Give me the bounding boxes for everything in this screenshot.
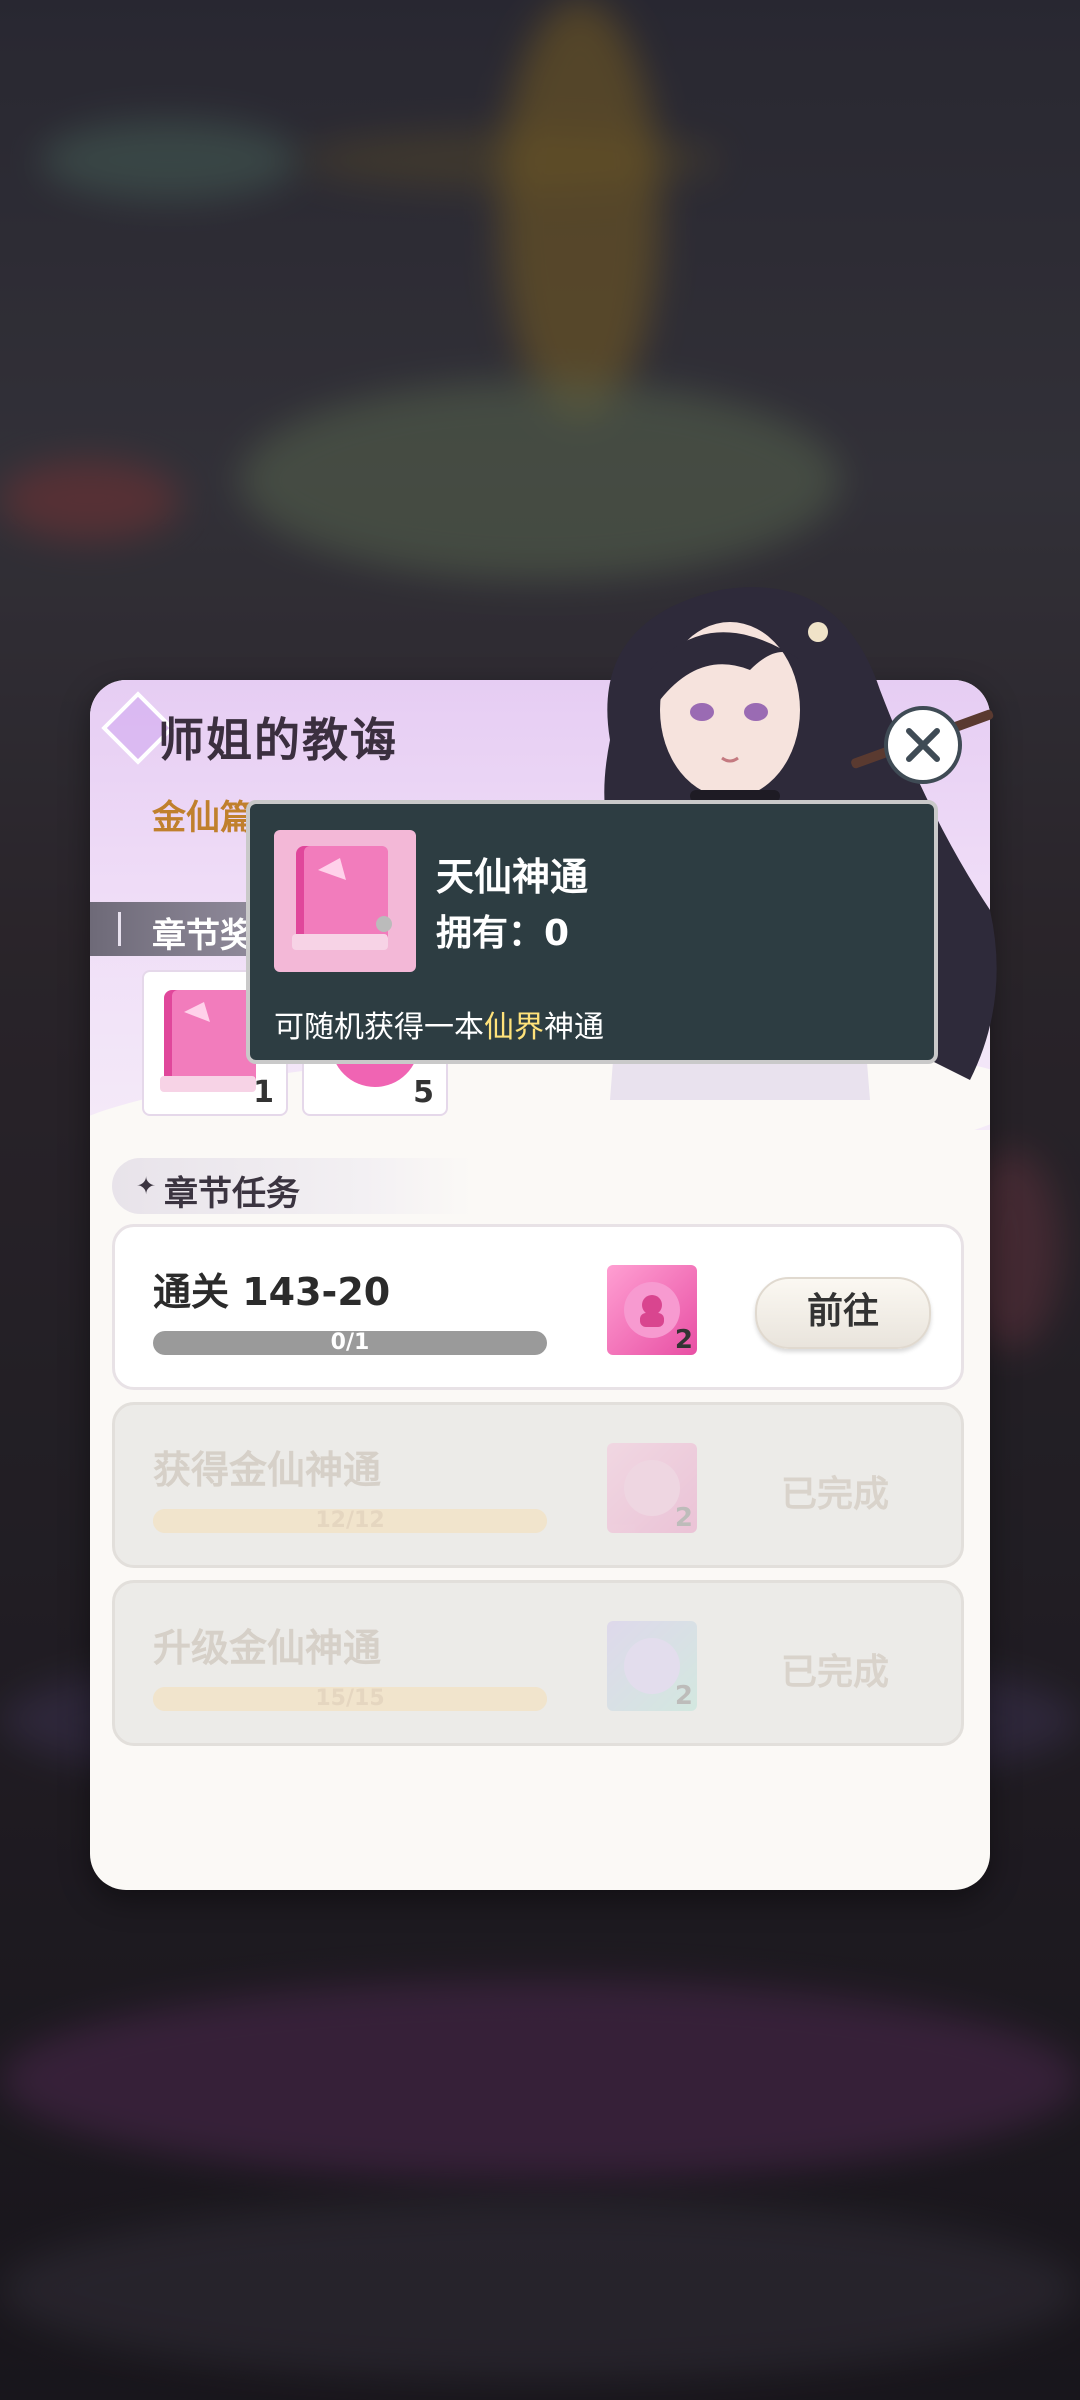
- section-marker: [118, 912, 121, 946]
- completed-label: 已完成: [781, 1474, 890, 1515]
- task-row: 升级金仙神通 15/15 2 已完成: [112, 1580, 964, 1746]
- pink-book-icon: [292, 846, 392, 950]
- task-name: 通关 143-20: [153, 1270, 391, 1314]
- close-icon: [906, 728, 940, 762]
- go-button[interactable]: 前往: [755, 1277, 931, 1349]
- tooltip-description: 可随机获得一本仙界神通: [274, 1002, 604, 1046]
- task-progress-text: 0/1: [330, 1331, 370, 1355]
- tooltip-desc-prefix: 可随机获得一本: [274, 1010, 484, 1045]
- task-reward-item[interactable]: 2: [607, 1621, 697, 1711]
- task-progress-bar: 15/15: [153, 1687, 547, 1711]
- task-name: 升级金仙神通: [153, 1626, 382, 1670]
- reward-count: 5: [413, 1075, 434, 1110]
- task-reward-count: 2: [674, 1325, 693, 1355]
- reward-count: 1: [253, 1075, 274, 1110]
- task-progress-text: 15/15: [315, 1687, 385, 1711]
- tasks-section-label: 章节任务: [164, 1174, 300, 1214]
- task-reward-item[interactable]: 2: [607, 1443, 697, 1533]
- item-tooltip: 天仙神通 拥有：0 可随机获得一本仙界神通: [246, 800, 938, 1064]
- task-row: 通关 143-20 0/1 2 前往: [112, 1224, 964, 1390]
- dialog-title: 师姐的教诲: [158, 713, 398, 767]
- completed-label: 已完成: [781, 1652, 890, 1693]
- tooltip-desc-highlight: 仙界: [484, 1010, 544, 1045]
- sparkle-icon: ✦: [136, 1172, 157, 1200]
- task-reward-item[interactable]: 2: [607, 1265, 697, 1355]
- tooltip-item-name: 天仙神通: [436, 855, 589, 899]
- task-progress-bar: 12/12: [153, 1509, 547, 1533]
- tooltip-owned-count: 拥有：0: [436, 913, 570, 954]
- task-progress-bar: 0/1: [153, 1331, 547, 1355]
- tooltip-item-icon: [274, 830, 416, 972]
- task-row: 获得金仙神通 12/12 2 已完成: [112, 1402, 964, 1568]
- tooltip-desc-suffix: 神通: [544, 1010, 604, 1045]
- close-button[interactable]: [884, 706, 962, 784]
- tasks-section-header: ✦ 章节任务: [112, 1158, 472, 1214]
- dialog-subtitle: 金仙篇: [152, 798, 254, 838]
- task-name: 获得金仙神通: [153, 1448, 382, 1492]
- task-progress-text: 12/12: [315, 1509, 385, 1533]
- task-reward-count: 2: [674, 1503, 693, 1533]
- task-reward-count: 2: [674, 1681, 693, 1711]
